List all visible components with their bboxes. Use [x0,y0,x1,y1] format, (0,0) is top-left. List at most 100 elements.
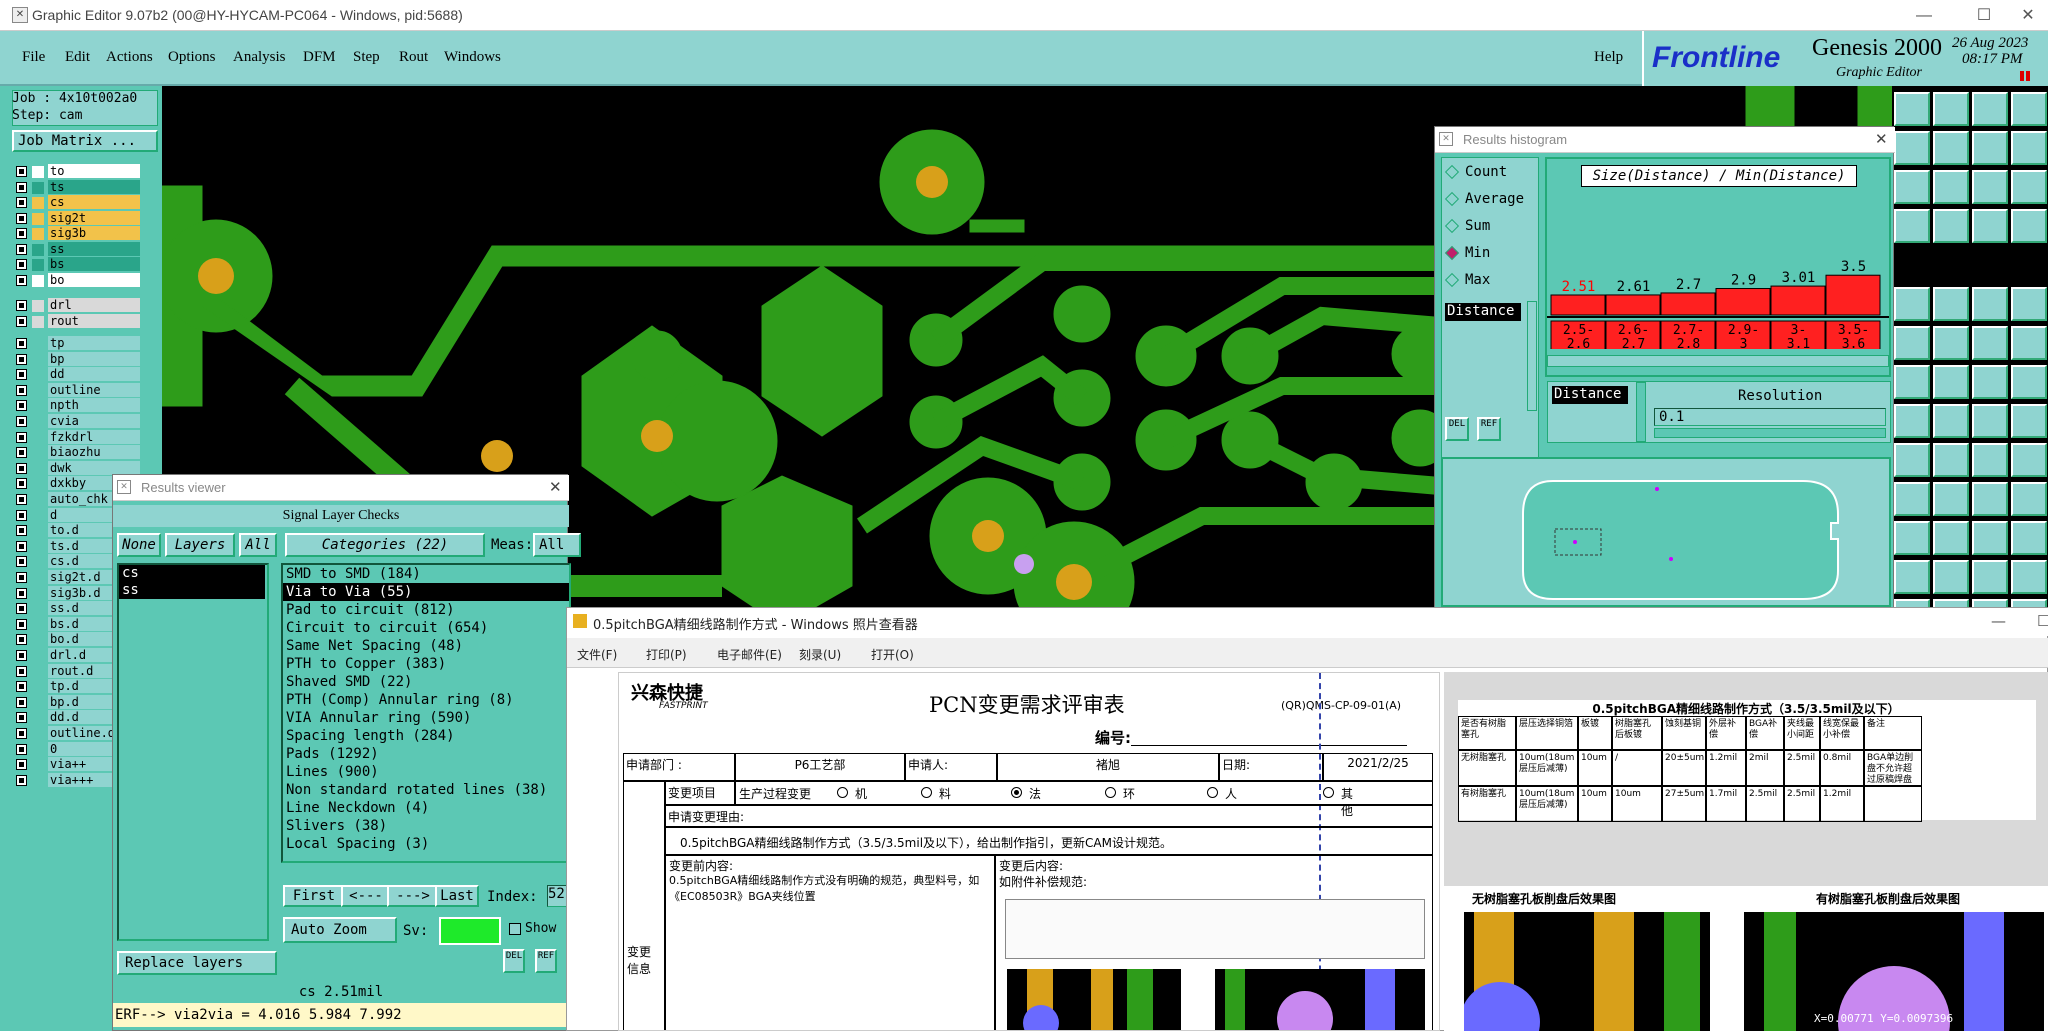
tool-button[interactable] [1972,131,2008,165]
menu-open-cn[interactable]: 打开(O) [871,646,914,663]
tool-button[interactable] [1894,131,1930,165]
tool-button[interactable] [1933,92,1969,126]
resolution-slider[interactable] [1654,428,1886,438]
category-item[interactable]: VIA Annular ring (590) [283,709,569,727]
category-item[interactable]: Local Spacing (3) [283,835,569,853]
tool-button[interactable] [1894,404,1930,438]
menu-options[interactable]: Options [168,49,216,66]
layer-name[interactable]: dwk [48,460,140,475]
layer-row[interactable]: bo [12,272,140,288]
layer-row[interactable]: ss [12,241,140,257]
tool-button[interactable] [1972,560,2008,594]
histogram-option[interactable]: Min [1443,244,1539,264]
histogram-option[interactable]: Max [1443,271,1539,291]
category-item[interactable]: Via to Via (55) [283,583,569,601]
histogram-option[interactable]: Count [1443,163,1539,183]
layer-row[interactable]: drl [12,298,140,313]
menu-rout[interactable]: Rout [399,49,428,66]
ref-button[interactable]: REF [535,949,557,973]
tool-button[interactable] [1894,482,1930,516]
histogram-bar[interactable] [1550,294,1606,316]
tool-button[interactable] [2011,92,2047,126]
radio-option[interactable] [1207,787,1218,798]
all-button[interactable]: All [239,533,277,557]
tool-button[interactable] [1894,560,1930,594]
menu-file[interactable]: File [22,49,45,66]
del-button[interactable]: DEL [503,949,525,973]
histogram-bar[interactable] [1660,292,1716,316]
none-button[interactable]: None [117,533,161,557]
tool-button[interactable] [1933,209,1969,243]
tool-button[interactable] [1894,170,1930,204]
layer-name[interactable]: ss [48,241,140,256]
layer-name[interactable]: to [48,164,140,178]
tool-button[interactable] [1933,365,1969,399]
layer-name[interactable]: fzkdrl [48,429,140,444]
radio-diamond[interactable] [1444,245,1460,261]
menu-step[interactable]: Step [353,49,380,66]
tool-button[interactable] [1972,326,2008,360]
radio-diamond[interactable] [1444,272,1460,288]
layer-row[interactable]: biaozhu [12,445,140,460]
layer-name[interactable]: cvia [48,414,140,428]
histogram-bar[interactable] [1825,274,1881,316]
tool-button[interactable] [2011,209,2047,243]
meas-dropdown[interactable]: All [533,533,581,557]
layer-name[interactable]: dd [48,367,140,382]
categories-list[interactable]: SMD to SMD (184) Via to Via (55) Pad to ci… [281,563,571,863]
layer-row[interactable]: bs [12,257,140,272]
menu-actions[interactable]: Actions [106,49,153,66]
layer-list-item[interactable]: cs [119,565,265,582]
resolution-input[interactable]: 0.1 [1654,408,1886,426]
maximize-button[interactable]: ☐ [2037,612,2048,630]
category-item[interactable]: Line Neckdown (4) [283,799,569,817]
category-item[interactable]: Pad to circuit (812) [283,601,569,619]
tool-button[interactable] [2011,521,2047,555]
layer-row[interactable]: outline [12,382,140,398]
tool-button[interactable] [1972,404,2008,438]
ref-button[interactable]: REF [1477,417,1501,441]
menu-email-cn[interactable]: 电子邮件(E) [717,646,782,663]
layer-row[interactable]: npth [12,398,140,413]
tool-button[interactable] [1933,170,1969,204]
layer-name[interactable]: sig2t [48,210,140,225]
replace-layers-dropdown[interactable]: Replace layers [117,951,277,975]
close-icon[interactable]: ✕ [1875,130,1888,148]
close-icon[interactable]: ✕ [549,478,562,496]
layer-row[interactable]: cvia [12,414,140,429]
radio-option[interactable] [1105,787,1116,798]
layer-name[interactable]: bs [48,257,140,271]
layer-name[interactable]: npth [48,398,140,413]
job-matrix-button[interactable]: Job Matrix ... [12,130,158,152]
category-item[interactable]: Slivers (38) [283,817,569,835]
maximize-button[interactable]: ☐ [1964,4,2004,28]
layer-name[interactable]: sig3b [48,226,140,240]
histogram-chart[interactable]: 2.512.5-2.62.612.6-2.72.72.7-2.82.92.9-3… [1547,189,1889,349]
layer-name[interactable]: outline [48,382,140,397]
menu-windows[interactable]: Windows [444,49,501,66]
category-item[interactable]: Spacing length (284) [283,727,569,745]
category-item[interactable]: Pads (1292) [283,745,569,763]
tool-button[interactable] [1933,287,1969,321]
distance-field[interactable]: Distance [1552,386,1628,404]
radio-diamond[interactable] [1444,191,1460,207]
histogram-bar[interactable] [1605,294,1661,316]
menu-file-cn[interactable]: 文件(F) [577,646,617,663]
layer-name[interactable]: cs [48,195,140,209]
minimize-button[interactable]: — [1991,612,2006,630]
menu-print-cn[interactable]: 打印(P) [646,646,687,663]
tool-button[interactable] [2011,404,2047,438]
category-item[interactable]: Circuit to circuit (654) [283,619,569,637]
tool-button[interactable] [2011,170,2047,204]
last-button[interactable]: Last [435,885,479,907]
tool-button[interactable] [1894,521,1930,555]
tool-button[interactable] [1894,443,1930,477]
radio-option[interactable] [921,787,932,798]
tool-button[interactable] [2011,365,2047,399]
category-item[interactable]: Non standard rotated lines (38) [283,781,569,799]
tool-button[interactable] [1972,365,2008,399]
tool-button[interactable] [1933,521,1969,555]
layer-row[interactable]: tp [12,336,140,351]
histogram-option[interactable]: Sum [1443,217,1539,237]
layer-row[interactable]: dd [12,367,140,382]
